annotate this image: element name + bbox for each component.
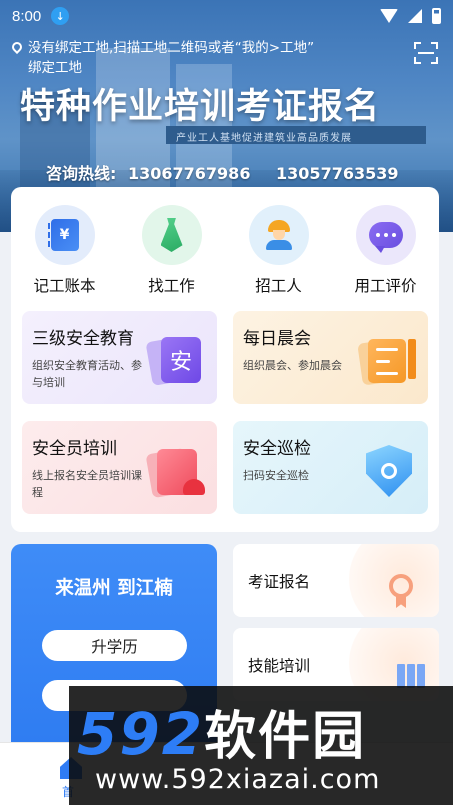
scan-icon[interactable]: [414, 42, 438, 64]
promo-title: 来温州 到江楠: [55, 578, 173, 599]
quick-action-find-job[interactable]: 找工作: [118, 205, 225, 296]
download-icon: ↓: [51, 7, 70, 25]
tile-desc: 线上报名安全员培训课程: [32, 469, 142, 499]
tie-icon-bg: [141, 205, 202, 265]
hotline: 咨询热线: 13067767986 13057763539: [46, 160, 405, 184]
worker-icon: [264, 220, 294, 250]
quick-action-ledger[interactable]: ¥ 记工账本: [11, 205, 118, 296]
ledger-icon: ¥: [47, 219, 79, 251]
certificate-signup-card[interactable]: 考证报名: [233, 544, 439, 617]
tile-desc: 扫码安全巡检: [243, 469, 309, 482]
hotline-number[interactable]: 13057763539: [276, 164, 398, 183]
quick-action-review[interactable]: 用工评价: [332, 205, 439, 296]
watermark: 592软件园 www.592xiazai.com: [69, 686, 453, 805]
tie-icon: [160, 218, 183, 252]
books-icon: [397, 664, 425, 688]
location-notice[interactable]: 没有绑定工地,扫描工地二维码或者“我的>工地” 绑定工地: [9, 38, 352, 78]
watermark-number: 592: [77, 700, 205, 768]
watermark-url: www.592xiazai.com: [95, 764, 381, 795]
chat-icon-bg: [355, 205, 416, 265]
signal-icon: [408, 9, 422, 23]
tile-safety-inspection[interactable]: 安全巡检 扫码安全巡检: [233, 421, 428, 514]
tile-desc: 组织晨会、参加晨会: [243, 359, 342, 372]
worker-icon-bg: [248, 205, 309, 265]
banner-title: 特种作业培训考证报名: [20, 87, 381, 127]
quick-action-label: 找工作: [148, 277, 195, 295]
safety-card-icon: 安: [145, 333, 205, 387]
quick-action-label: 用工评价: [354, 277, 417, 295]
location-pin-icon: [9, 39, 25, 55]
main-card: ¥ 记工账本 找工作 招工人 用工评价 三级安全教育 组织安全教育活动、参与培训: [11, 187, 439, 532]
battery-icon: [432, 8, 441, 24]
location-text-2: 绑定工地: [28, 60, 82, 76]
card-title: 技能培训: [248, 657, 311, 675]
tile-desc: 组织安全教育活动、参与培训: [32, 359, 142, 389]
status-time: 8:00: [12, 7, 42, 25]
tile-morning-meeting[interactable]: 每日晨会 组织晨会、参加晨会: [233, 311, 428, 404]
ledger-icon-bg: ¥: [34, 205, 95, 265]
chat-icon: [368, 222, 403, 253]
location-text: 没有绑定工地,扫描工地二维码或者“我的>工地”: [28, 40, 315, 56]
shield-search-icon: [360, 443, 416, 497]
hotline-number[interactable]: 13067767986: [128, 164, 250, 183]
quick-action-label: 记工账本: [33, 277, 96, 295]
tile-safety-officer-training[interactable]: 安全员培训 线上报名安全员培训课程: [22, 421, 217, 514]
tile-safety-education[interactable]: 三级安全教育 组织安全教育活动、参与培训 安: [22, 311, 217, 404]
medal-icon: [389, 574, 413, 598]
hotline-label: 咨询热线:: [46, 164, 117, 183]
quick-action-hire[interactable]: 招工人: [225, 205, 332, 296]
upgrade-degree-button[interactable]: 升学历: [42, 630, 187, 661]
wifi-icon: [380, 9, 398, 23]
status-bar: 8:00 ↓: [0, 0, 453, 32]
document-icon: [357, 333, 416, 387]
watermark-text: 软件园: [204, 707, 367, 767]
training-card-icon: [145, 443, 205, 499]
quick-action-label: 招工人: [255, 277, 302, 295]
card-title: 考证报名: [248, 573, 311, 591]
quick-actions: ¥ 记工账本 找工作 招工人 用工评价: [11, 205, 439, 296]
